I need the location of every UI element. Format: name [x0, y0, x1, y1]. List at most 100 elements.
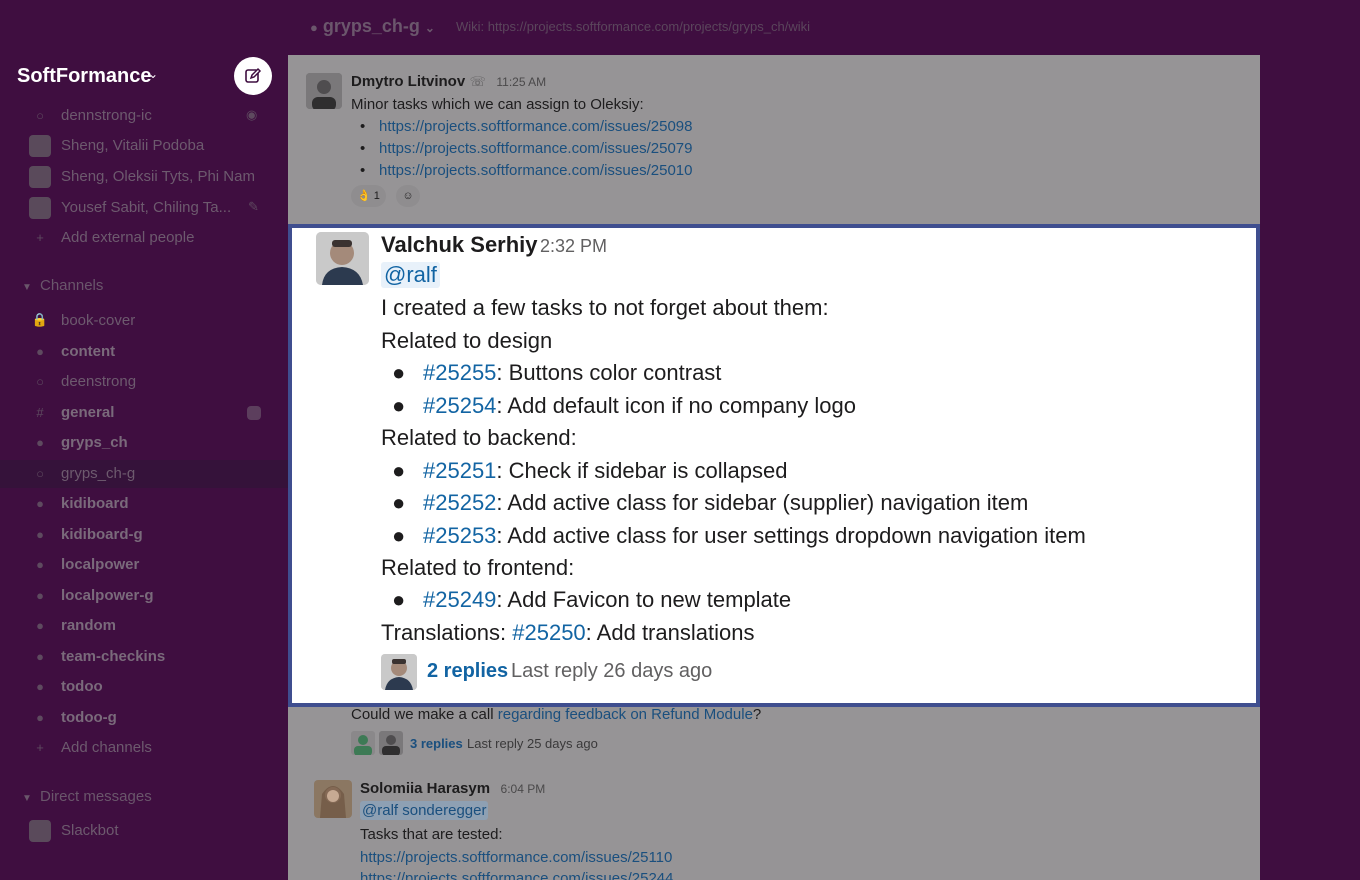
avatar[interactable]: [306, 73, 342, 109]
sidebar-item-dm[interactable]: Slackbot: [0, 817, 288, 845]
lock-icon: ●: [36, 587, 44, 603]
slackbot-avatar: [29, 820, 51, 842]
group-avatar: [29, 166, 51, 188]
phone-icon: ☏: [469, 74, 486, 89]
workspace-name[interactable]: SoftFormance: [17, 65, 151, 88]
list-item: ● #25251: Check if sidebar is collapsed: [392, 458, 787, 484]
thread-replies-link[interactable]: 3 replies: [410, 736, 463, 751]
message-text: Tasks that are tested:: [360, 826, 503, 843]
sidebar-item-label: Add external people: [61, 229, 195, 246]
issue-link[interactable]: #25254: [423, 393, 496, 418]
lock-icon: ●: [36, 709, 44, 725]
sidebar-item-channel[interactable]: ● content: [0, 338, 288, 366]
channel-title[interactable]: ● gryps_ch-g ⌄: [310, 16, 435, 37]
thread-replies-link[interactable]: 2 replies: [427, 660, 508, 683]
user-avatar-icon: [306, 73, 342, 109]
sidebar-item-channel[interactable]: ● kidiboard-g: [0, 521, 288, 549]
sidebar-item-channel[interactable]: ● localpower-g: [0, 582, 288, 610]
message-time[interactable]: 6:04 PM: [501, 782, 546, 796]
user-mention[interactable]: @ralf: [381, 262, 440, 288]
avatar[interactable]: [316, 232, 369, 285]
bullet-icon: ●: [392, 360, 406, 385]
sidebar-item-label: localpower: [61, 556, 140, 573]
user-avatar-icon: [379, 731, 403, 755]
caret-down-icon: ▼: [22, 793, 32, 804]
issue-link[interactable]: https://projects.softformance.com/issues…: [360, 849, 672, 866]
user-avatar-icon: [381, 654, 417, 690]
direct-messages-section-header[interactable]: ▼ Direct messages: [22, 788, 152, 805]
sidebar-item-channel-active[interactable]: ○ gryps_ch-g: [0, 460, 288, 488]
channels-section-header[interactable]: ▼ Channels: [22, 277, 103, 294]
message-time[interactable]: 2:32 PM: [540, 236, 607, 257]
sidebar-item-label: dennstrong-ic: [61, 107, 152, 124]
sidebar-item-channel[interactable]: ○ deenstrong: [0, 368, 288, 396]
sidebar-item-channel[interactable]: ● gryps_ch: [0, 429, 288, 457]
section-label: Related to design: [381, 328, 553, 353]
issue-link[interactable]: https://projects.softformance.com/issues…: [360, 870, 673, 880]
issue-link[interactable]: #25252: [423, 490, 496, 515]
issue-title: : Add Favicon to new template: [496, 587, 792, 612]
add-reaction-button[interactable]: ☺: [396, 185, 420, 207]
sidebar-item-channel[interactable]: 🔒 book-cover: [0, 307, 288, 335]
add-channels[interactable]: + Add channels: [0, 734, 288, 762]
issue-title: : Add translations: [585, 620, 755, 645]
issue-link[interactable]: https://projects.softformance.com/issues…: [379, 162, 692, 179]
lock-icon: ○: [36, 373, 44, 389]
sidebar-item-label: team-checkins: [61, 648, 166, 665]
issue-link[interactable]: #25253: [423, 523, 496, 548]
mention-badge: [247, 406, 261, 420]
right-gutter: [1260, 0, 1360, 880]
sidebar-item-channel[interactable]: ● kidiboard: [0, 490, 288, 518]
channel-topic[interactable]: Wiki: https://projects.softformance.com/…: [456, 19, 810, 34]
sidebar-item-channel[interactable]: ● todoo: [0, 673, 288, 701]
ok-hand-icon: 👌: [357, 190, 371, 202]
lock-icon: ○: [36, 107, 44, 123]
reaction-ok-hand[interactable]: 👌 1: [351, 185, 386, 207]
message-author[interactable]: Solomiia Harasym: [360, 780, 490, 797]
translations-label: Translations:: [381, 620, 513, 645]
compose-button[interactable]: [234, 57, 272, 95]
sidebar-item-dm[interactable]: Yousef Sabit, Chiling Ta... ✎: [0, 194, 288, 222]
list-item: • https://projects.softformance.com/issue…: [360, 162, 693, 179]
sidebar-item-label: general: [61, 404, 115, 421]
list-item: ● #25254: Add default icon if no company …: [392, 393, 856, 419]
add-external-people[interactable]: + Add external people: [0, 224, 288, 252]
avatar[interactable]: [314, 780, 352, 818]
eye-icon: ◉: [246, 107, 258, 122]
workspace-header[interactable]: SoftFormance ⌄: [0, 55, 288, 100]
issue-link[interactable]: https://projects.softformance.com/issues…: [379, 140, 692, 157]
issue-link[interactable]: #25250: [512, 620, 585, 645]
user-mention[interactable]: @ralf sonderegger: [360, 801, 489, 820]
sidebar-item-dm[interactable]: Sheng, Oleksii Tyts, Phi Nam: [0, 163, 288, 191]
sidebar-item-label: gryps_ch: [61, 434, 128, 451]
thread-last-reply: Last reply 26 days ago: [511, 660, 713, 682]
section-label: Related to frontend:: [381, 555, 575, 580]
message-author[interactable]: Valchuk Serhiy: [381, 232, 538, 258]
sidebar-item-channel[interactable]: ● localpower: [0, 551, 288, 579]
sidebar-item-channel[interactable]: ● random: [0, 612, 288, 640]
issue-link[interactable]: #25249: [423, 587, 496, 612]
issue-link[interactable]: #25255: [423, 360, 496, 385]
sidebar-item-label: todoo: [61, 678, 103, 695]
message-author[interactable]: Dmytro Litvinov: [351, 73, 465, 90]
message-link[interactable]: regarding feedback on Refund Module: [498, 706, 753, 723]
sidebar-item-label: content: [61, 343, 116, 360]
bullet-icon: ●: [392, 523, 406, 548]
sidebar-item-dm[interactable]: Sheng, Vitalii Podoba: [0, 132, 288, 160]
user-avatar-icon: [316, 232, 369, 285]
sidebar-item-channel[interactable]: ● team-checkins: [0, 643, 288, 671]
section-label: Related to backend:: [381, 425, 577, 450]
list-item: ● #25253: Add active class for user setti…: [392, 523, 1086, 549]
sidebar-item-label: Yousef Sabit, Chiling Ta...: [61, 199, 232, 216]
thread-summary[interactable]: 3 replies Last reply 25 days ago: [351, 731, 751, 755]
chevron-down-icon[interactable]: ⌄: [148, 67, 158, 81]
sidebar-item-channel[interactable]: ● todoo-g: [0, 704, 288, 732]
highlighted-message[interactable]: Valchuk Serhiy 2:32 PM @ralf I created a…: [288, 224, 1260, 707]
sidebar-item-channel[interactable]: # general: [0, 399, 288, 427]
issue-link[interactable]: https://projects.softformance.com/issues…: [379, 118, 692, 135]
issue-link[interactable]: #25251: [423, 458, 496, 483]
message-time[interactable]: 11:25 AM: [496, 75, 546, 89]
add-reaction-icon: ☺: [402, 190, 414, 202]
user-avatar-icon: [314, 780, 352, 818]
sidebar-item-dm[interactable]: ○ dennstrong-ic ◉: [0, 102, 288, 130]
